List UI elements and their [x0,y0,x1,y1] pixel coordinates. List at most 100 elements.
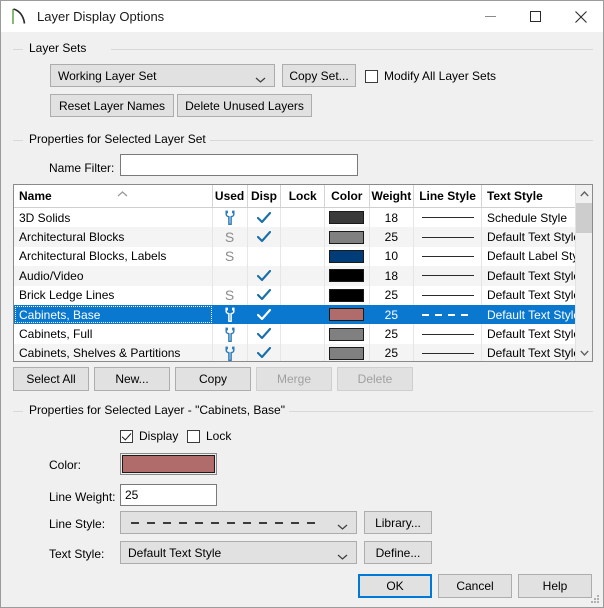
title-bar: Layer Display Options [1,1,603,32]
column-header-text-style[interactable]: Text Style [482,185,577,207]
layer-display-options-dialog: Layer Display Options Layer Sets Working… [0,0,604,608]
group-line [199,140,593,141]
cell-name: Brick Ledge Lines [14,285,213,305]
delete-unused-layers-button[interactable]: Delete Unused Layers [177,94,312,117]
selected-layer-group: Properties for Selected Layer - "Cabinet… [13,403,593,423]
select-all-button[interactable]: Select All [13,367,89,391]
selected-layer-group-label: Properties for Selected Layer - "Cabinet… [25,403,289,417]
layer-set-combo-value: Working Layer Set [58,68,157,83]
modify-all-label: Modify All Layer Sets [384,69,497,83]
scroll-down-icon[interactable] [576,344,592,361]
cell-name: Cabinets, Full [14,324,213,344]
cell-text-style: Default Label Style [482,246,577,267]
column-header-name[interactable]: Name [14,185,213,207]
name-filter-input[interactable] [120,154,358,176]
cell-color [325,246,370,267]
copy-set-button[interactable]: Copy Set... [282,64,356,87]
color-swatch [329,346,365,360]
column-header-line-style[interactable]: Line Style [414,185,482,207]
column-header-lock[interactable]: Lock [281,185,326,207]
column-header-color[interactable]: Color [325,185,370,207]
scroll-up-icon[interactable] [576,185,592,202]
scrollbar-thumb[interactable] [576,203,592,233]
table-row[interactable]: Architectural Blocks S 25 Default Text Styl… [14,227,577,247]
modify-all-layer-sets-checkbox[interactable]: Modify All Layer Sets [365,69,496,83]
layers-table[interactable]: Name Used Disp Lock Color Weight Line Style Tex… [13,184,593,362]
maximize-icon[interactable] [513,1,558,32]
line-weight-label: Line Weight: [49,490,116,504]
color-swatch [329,308,365,322]
cancel-button[interactable]: Cancel [438,574,512,598]
page-title: Layer Display Options [37,9,165,24]
cell-name: 3D Solids [14,208,213,228]
text-style-define-button[interactable]: Define... [364,541,432,564]
cell-weight: 25 [370,227,415,247]
line-style-library-button[interactable]: Library... [364,511,432,534]
chevron-down-icon [337,549,348,560]
reset-layer-names-button[interactable]: Reset Layer Names [50,94,174,117]
color-swatch [329,327,365,341]
cell-text-style: Default Text Style [482,324,577,344]
column-header-used[interactable]: Used [213,185,248,207]
line-style-combo[interactable] [120,511,357,534]
table-row[interactable]: Brick Ledge Lines S 25 Default Text Style [14,285,577,305]
lock-label: Lock [206,429,232,443]
cell-disp [248,227,282,247]
table-header-row: Name Used Disp Lock Color Weight Line Style Tex… [14,185,577,208]
line-style-solid-preview [421,333,474,335]
table-row[interactable]: Cabinets, Base 25 Default Text Style [14,304,577,325]
cell-line-style [414,285,482,305]
table-row[interactable]: Cabinets, Full 25 Default Text Style [14,324,577,344]
used-s-icon: S [224,229,235,246]
window-controls [468,1,603,32]
line-style-solid-preview [421,294,474,296]
used-s-icon: S [224,287,235,304]
table-vertical-scrollbar[interactable] [575,185,592,361]
cell-weight: 18 [370,208,415,228]
close-icon[interactable] [558,1,603,32]
cell-lock [281,304,326,325]
display-checkbox[interactable]: Display [120,429,178,443]
table-row[interactable]: Audio/Video 18 Default Text Style [14,266,577,286]
cell-text-style: Default Text Style [482,343,577,361]
layer-set-combo[interactable]: Working Layer Set [50,64,275,87]
cell-disp [248,208,282,228]
cell-color [325,285,370,305]
cell-lock [281,246,326,267]
text-style-combo[interactable]: Default Text Style [120,541,357,564]
cell-lock [281,343,326,361]
cell-disp [248,343,282,361]
line-style-solid-preview [421,236,474,238]
ok-button[interactable]: OK [358,574,432,598]
resize-grip[interactable] [588,592,600,604]
text-style-label: Text Style: [49,547,105,561]
cell-color [325,343,370,361]
help-button[interactable]: Help [518,574,592,598]
cell-weight: 25 [370,285,415,305]
column-header-disp[interactable]: Disp [248,185,282,207]
group-line-left [13,411,23,412]
layer-sets-group: Layer Sets Working Layer Set Copy Set...… [13,41,593,125]
cell-weight: 25 [370,324,415,344]
cell-used [213,266,248,286]
cell-lock [281,285,326,305]
table-row[interactable]: Architectural Blocks, Labels S 10 Default L… [14,246,577,267]
table-body: 3D Solids 18 Schedule Style Architectural B… [14,208,577,361]
line-weight-input[interactable] [120,484,217,506]
table-row[interactable]: 3D Solids 18 Schedule Style [14,208,577,228]
color-swatch [329,249,365,263]
lock-checkbox[interactable]: Lock [187,429,231,443]
copy-layer-button[interactable]: Copy [175,367,251,391]
cell-line-style [414,246,482,267]
layer-color-swatch[interactable] [120,453,217,475]
color-swatch [329,269,365,283]
cell-used [213,343,248,361]
column-header-weight[interactable]: Weight [370,185,415,207]
cell-text-style: Default Text Style [482,304,577,325]
new-layer-button[interactable]: New... [94,367,170,391]
cell-lock [281,266,326,286]
cell-color [325,266,370,286]
table-row[interactable]: Cabinets, Shelves & Partitions 25 Default … [14,343,577,361]
cell-lock [281,227,326,247]
minimize-icon[interactable] [468,1,513,32]
